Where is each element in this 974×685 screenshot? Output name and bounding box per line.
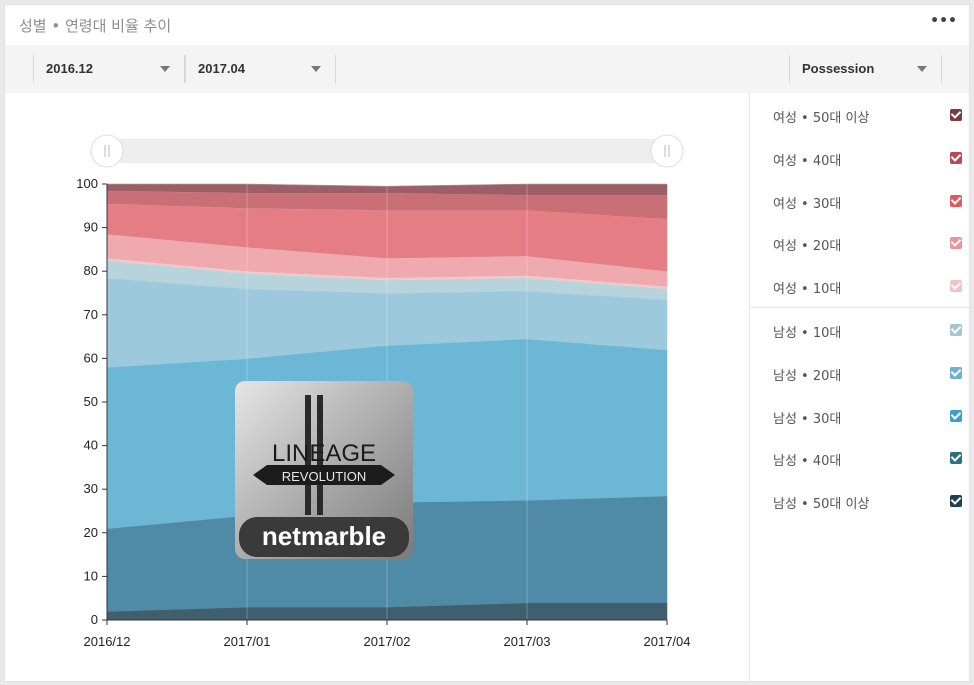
stacked-area-chart: 0 10 20 30 40 50 60 70 80 90 100 2016/12 2017/01 2017… xyxy=(76,134,691,649)
metric-select[interactable]: Possession xyxy=(789,55,942,83)
legend-item[interactable]: 여성 • 40대 xyxy=(750,138,969,180)
legend-item[interactable]: 여성 • 30대 xyxy=(750,181,969,223)
more-options-icon[interactable]: ••• xyxy=(930,13,957,29)
checkbox-checked-icon[interactable] xyxy=(950,409,962,422)
chevron-down-icon xyxy=(311,66,321,72)
x-tick-label: 2016/12 xyxy=(84,634,131,649)
checkbox-checked-icon[interactable] xyxy=(950,495,962,508)
y-tick-label: 30 xyxy=(84,481,98,496)
chart-area: 0 10 20 30 40 50 60 70 80 90 100 2016/12 2017/01 2017… xyxy=(5,93,749,681)
range-slider-left-handle[interactable] xyxy=(90,134,124,168)
logo-brand: netmarble xyxy=(262,521,386,551)
legend-item[interactable]: 여성 • 10대 xyxy=(750,266,969,308)
x-tick-label: 2017/03 xyxy=(504,634,551,649)
from-date-value: 2016.12 xyxy=(46,61,93,76)
x-tick-label: 2017/04 xyxy=(644,634,691,649)
legend-item-label: 여성 • 50대 이상 xyxy=(773,111,870,126)
from-date-select[interactable]: 2016.12 xyxy=(33,55,185,83)
legend-divider xyxy=(750,307,969,308)
x-tick-label: 2017/01 xyxy=(224,634,271,649)
y-tick-label: 90 xyxy=(84,220,98,235)
to-date-value: 2017.04 xyxy=(198,61,245,76)
chevron-down-icon xyxy=(917,66,927,72)
checkbox-checked-icon[interactable] xyxy=(950,194,962,207)
x-tick-label: 2017/02 xyxy=(364,634,411,649)
legend-item-label: 남성 • 10대 xyxy=(773,326,842,341)
checkbox-checked-icon[interactable] xyxy=(950,280,962,293)
y-tick-label: 10 xyxy=(84,568,98,583)
legend-item-label: 남성 • 20대 xyxy=(773,368,842,384)
chevron-down-icon xyxy=(160,66,170,72)
checkbox-checked-icon[interactable] xyxy=(950,452,962,465)
y-tick-label: 70 xyxy=(84,307,98,322)
checkbox-checked-icon[interactable] xyxy=(950,324,962,336)
y-tick-label: 100 xyxy=(76,176,98,191)
filter-toolbar: 2016.12 2017.04 Possession xyxy=(5,45,969,93)
legend-item-label: 남성 • 40대 xyxy=(773,454,842,470)
legend-panel: 여성 • 50대 이상여성 • 40대여성 • 30대여성 • 20대여성 • … xyxy=(749,93,969,681)
to-date-select[interactable]: 2017.04 xyxy=(185,55,336,83)
logo-title: LINEAGE xyxy=(272,440,376,467)
legend-item[interactable]: 남성 • 30대 xyxy=(750,396,969,438)
legend-item[interactable]: 여성 • 50대 이상 xyxy=(750,95,969,137)
checkbox-checked-icon[interactable] xyxy=(950,237,962,250)
checkbox-checked-icon[interactable] xyxy=(950,109,962,121)
panel-header: 성별 • 연령대 비율 추이 ••• xyxy=(5,5,969,45)
checkbox-checked-icon[interactable] xyxy=(950,366,962,379)
y-tick-label: 60 xyxy=(84,350,98,365)
legend-item[interactable]: 남성 • 20대 xyxy=(750,353,969,395)
legend-item[interactable]: 남성 • 40대 xyxy=(750,438,969,480)
legend-item[interactable]: 여성 • 20대 xyxy=(750,223,969,265)
legend-item[interactable]: 남성 • 50대 이상 xyxy=(750,481,969,523)
metric-value: Possession xyxy=(802,61,875,76)
gender-age-ratio-panel: 성별 • 연령대 비율 추이 ••• 2016.12 2017.04 Posse… xyxy=(4,4,970,682)
legend-item-label: 여성 • 40대 xyxy=(773,153,842,169)
legend-item-label: 여성 • 30대 xyxy=(773,196,842,212)
y-tick-label: 0 xyxy=(91,612,98,627)
panel-title: 성별 • 연령대 비율 추이 xyxy=(19,17,172,35)
lineage2-revolution-logo: LINEAGE REVOLUTION netmarble xyxy=(235,381,413,559)
range-slider[interactable] xyxy=(90,134,684,168)
y-tick-label: 40 xyxy=(84,438,98,453)
y-tick-label: 20 xyxy=(84,525,98,540)
checkbox-checked-icon[interactable] xyxy=(950,151,962,164)
legend-item-label: 여성 • 20대 xyxy=(773,239,842,255)
range-slider-right-handle[interactable] xyxy=(650,134,684,168)
legend-item-label: 남성 • 30대 xyxy=(773,411,842,427)
legend-item-label: 여성 • 10대 xyxy=(773,282,842,298)
logo-subtitle: REVOLUTION xyxy=(282,469,367,484)
range-slider-track xyxy=(105,139,671,163)
legend-item-label: 남성 • 50대 이상 xyxy=(773,497,870,513)
y-tick-label: 80 xyxy=(84,263,98,278)
legend-item[interactable]: 남성 • 10대 xyxy=(750,310,969,352)
y-tick-label: 50 xyxy=(84,394,98,409)
